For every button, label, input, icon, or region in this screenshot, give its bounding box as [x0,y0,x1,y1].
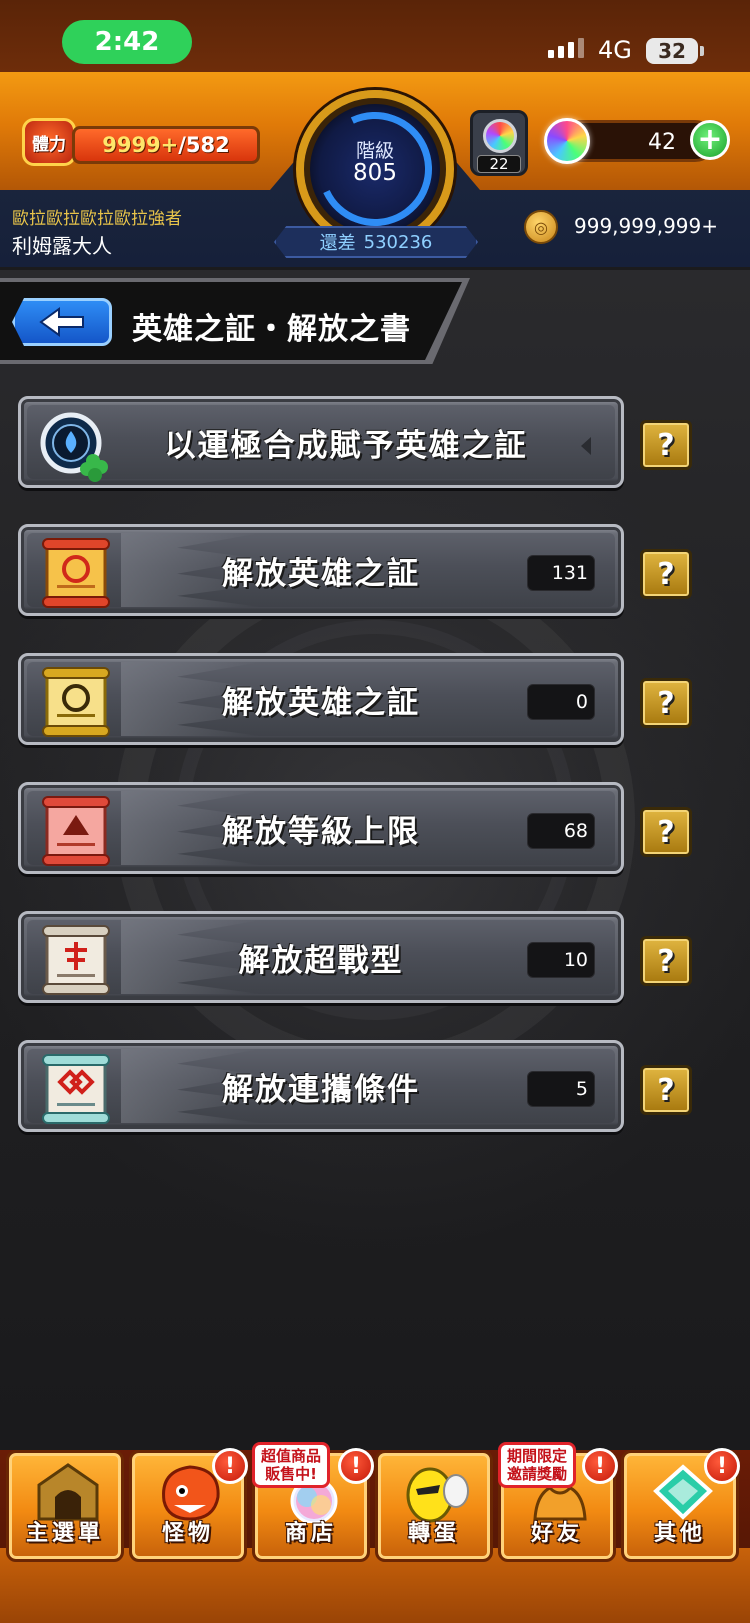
rank-remaining-label: 還差 [319,233,356,254]
help-button[interactable]: ? [640,936,692,986]
rank-label: 階級 [355,140,394,162]
row-luck-max-fusion[interactable]: 以運極合成賦予英雄之証 [18,396,624,488]
gold-scroll-icon [42,667,110,737]
row-release-link-condition[interactable]: 解放連攜條件 5 [18,1040,624,1132]
nav-label: 商店 [284,1521,337,1546]
orb-icon [544,118,590,164]
row-count: 10 [527,942,595,978]
orb-count: 42 [648,130,676,155]
help-button[interactable]: ? [640,807,692,857]
help-button[interactable]: ? [640,1065,692,1115]
row-count: 5 [527,1071,595,1107]
white-red-scroll-icon [42,925,110,995]
help-button[interactable]: ? [640,678,692,728]
friends-promo-tag: 期間限定 邀請獎勵 [498,1442,577,1488]
row-count: 0 [527,684,595,720]
player-name: 利姆露大人 [12,234,112,258]
row-release-hero-seal-gold[interactable]: 解放英雄之証 0 [18,653,624,745]
gate-icon [37,1463,99,1521]
battery-icon: 32 [646,38,704,64]
teal-scroll-icon [42,1054,110,1124]
status-bar: 2:42 4G 32 [0,0,750,72]
row-label: 解放連攜條件 [222,1071,420,1108]
row-count: 68 [527,813,595,849]
nav-label: 主選單 [25,1521,104,1546]
rank-remaining-value: 530236 [363,231,433,253]
row-release-hero-seal-red[interactable]: 解放英雄之証 131 [18,524,624,616]
row-label: 解放等級上限 [222,813,420,850]
rank-value: 805 [353,160,397,186]
alert-badge: ! [212,1448,248,1484]
row-release-super-battle[interactable]: 解放超戰型 10 [18,911,624,1003]
help-button[interactable]: ? [640,549,692,599]
egg-icon [406,1467,469,1523]
stamina-icon: 體力 [22,118,76,166]
nav-label: 其他 [653,1521,706,1546]
nav-gacha[interactable]: 轉蛋 [375,1450,493,1562]
gold-coin-icon: ◎ [524,210,558,244]
orb-box-icon[interactable]: 22 [470,110,528,176]
row-count: 131 [527,555,595,591]
gold-value: 999,999,999+ [574,214,718,238]
hero-seal-clover-icon [40,412,108,482]
help-button[interactable]: ? [640,420,692,470]
stamina-bar: 9999+ /582 [72,126,260,164]
row-label: 以運極合成賦予英雄之証 [164,427,528,464]
stamina-current: 9999+ [102,133,179,157]
nav-label: 怪物 [161,1521,214,1546]
row-label: 解放英雄之証 [222,555,420,592]
network-type: 4G [598,36,632,64]
row-label: 解放超戰型 [238,942,404,979]
back-arrow-icon [39,307,84,337]
alert-badge: ! [582,1448,618,1484]
page-title: 英雄之証・解放之書 [132,312,411,347]
player-title: 歐拉歐拉歐拉歐拉強者 [12,209,182,229]
row-release-level-cap[interactable]: 解放等級上限 68 [18,782,624,874]
row-label: 解放英雄之証 [222,684,420,721]
status-time: 2:42 [62,20,192,64]
red-scroll-icon [42,538,110,608]
nav-label: 好友 [530,1521,583,1546]
stamina-max: /582 [178,133,230,157]
alert-badge: ! [338,1448,374,1484]
rank-gauge[interactable]: 階級 805 [296,90,454,248]
shop-promo-tag: 超值商品 販售中! [252,1442,331,1488]
rank-remaining: 還差 530236 [274,226,478,258]
chevron-left-icon [581,437,591,455]
nav-main-menu[interactable]: 主選單 [6,1450,124,1562]
signal-icon [548,38,584,58]
alert-badge: ! [704,1448,740,1484]
buy-orb-button[interactable]: + [690,120,730,160]
back-button[interactable] [12,298,112,346]
nav-label: 轉蛋 [407,1521,460,1546]
orb-box-count: 22 [477,155,521,173]
pink-scroll-icon [42,796,110,866]
